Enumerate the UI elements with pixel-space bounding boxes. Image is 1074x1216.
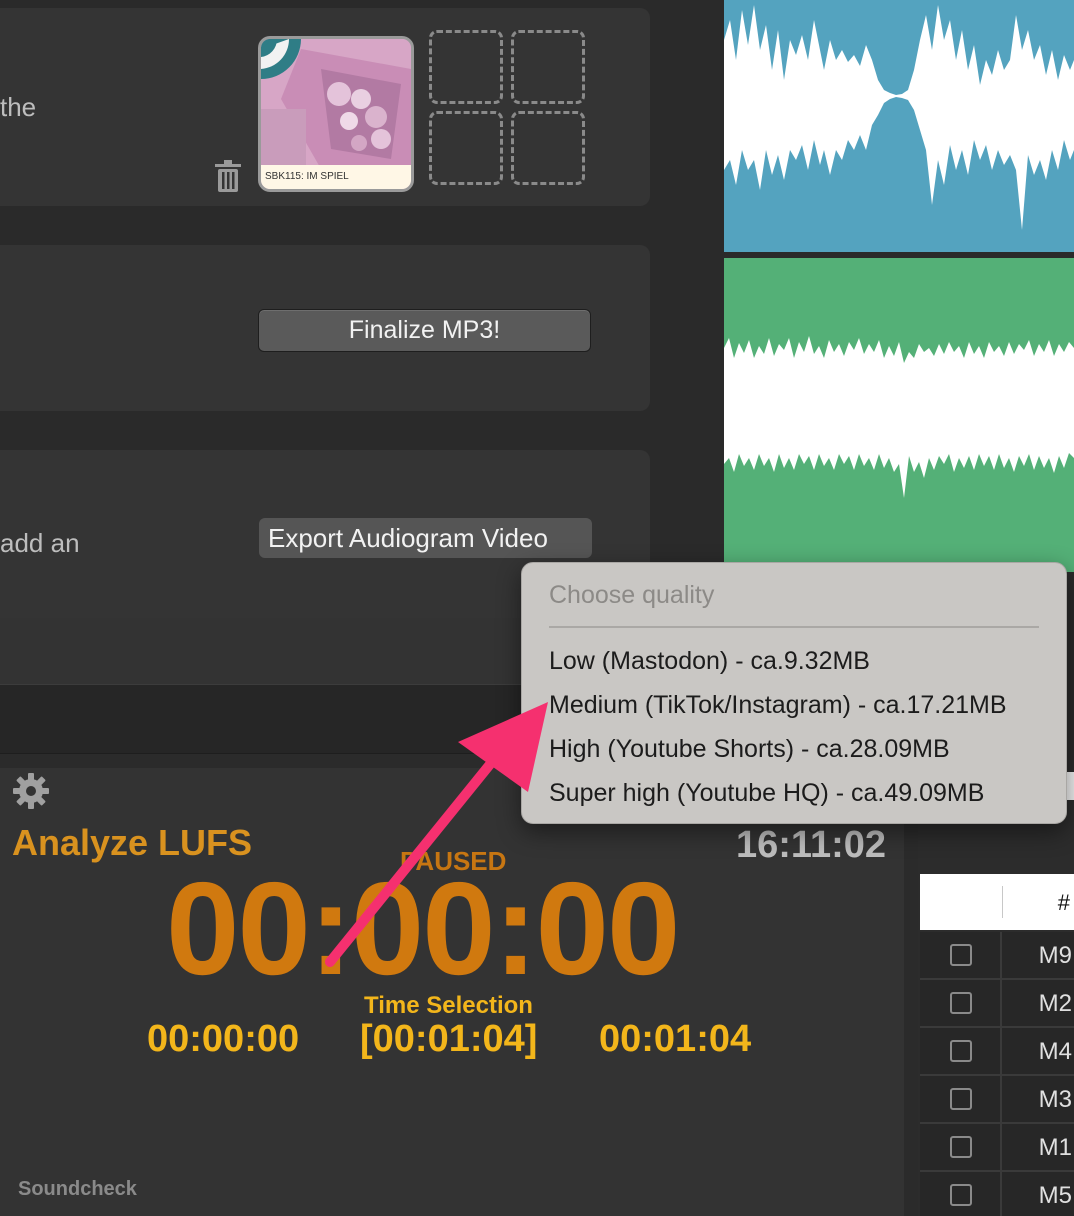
artwork-description: the [0,92,37,122]
table-row[interactable]: M4 [920,1028,1074,1076]
artwork-image [261,39,411,169]
wall-clock: 16:11:02 [736,824,887,866]
checkbox-icon[interactable] [950,1184,972,1206]
checkbox-icon[interactable] [950,1136,972,1158]
table-row[interactable]: M1 [920,1124,1074,1172]
episode-artwork-thumbnail[interactable]: SBK115: IM SPIEL [258,36,414,192]
header-number-column[interactable]: # [1058,890,1070,916]
markers-table-header: # [920,874,1074,930]
row-divider [1000,980,1002,1028]
marker-id: M3 [1038,1086,1072,1113]
waveform-track-1[interactable] [724,0,1074,252]
trash-icon[interactable] [214,160,242,192]
marker-id: M2 [1038,990,1072,1017]
finalize-mp3-button[interactable]: Finalize MP3! [258,309,591,352]
menu-item-high[interactable]: High (Youtube Shorts) - ca.28.09MB [549,735,950,764]
artwork-slot-3[interactable] [429,111,503,185]
row-divider [1000,932,1002,980]
markers-panel: # M9 M2 M4 M3 M1 M5 [918,760,1074,1216]
waveform-2-shape [724,336,1074,498]
menu-item-medium[interactable]: Medium (TikTok/Instagram) - ca.17.21MB [549,691,1007,720]
checkbox-icon[interactable] [950,944,972,966]
waveform-1-shape [724,5,1074,230]
checkbox-icon[interactable] [950,1088,972,1110]
playhead-time: 00:00:00 [166,855,680,1002]
selection-end-time: 00:01:04 [599,1018,752,1060]
selection-start-time: 00:00:00 [147,1018,300,1060]
quality-menu-title: Choose quality [549,581,715,609]
marker-id: M4 [1038,1038,1072,1065]
menu-item-super-high[interactable]: Super high (Youtube HQ) - ca.49.09MB [549,779,984,808]
transport-panel: Analyze LUFS 16:11:02 PAUSED 00:00:00 Ti… [0,768,904,1216]
quality-menu: Choose quality Low (Mastodon) - ca.9.32M… [521,562,1067,824]
waveform-view[interactable] [722,0,1074,572]
row-divider [1000,1028,1002,1076]
marker-id: M9 [1038,942,1072,969]
export-audiogram-button[interactable]: Export Audiogram Video [259,518,592,558]
soundcheck-label: Soundcheck [18,1178,137,1200]
marker-id: M5 [1038,1182,1072,1209]
audiogram-description: add an [0,528,80,558]
table-row[interactable]: M2 [920,980,1074,1028]
table-row[interactable]: M9 [920,932,1074,980]
artwork-slot-1[interactable] [429,30,503,104]
row-divider [1000,1172,1002,1216]
gear-icon[interactable] [12,772,50,810]
menu-item-low[interactable]: Low (Mastodon) - ca.9.32MB [549,647,870,676]
header-divider [1002,886,1003,918]
row-divider [1000,1076,1002,1124]
row-divider [1000,1124,1002,1172]
checkbox-icon[interactable] [950,992,972,1014]
table-row[interactable]: M3 [920,1076,1074,1124]
marker-id: M1 [1038,1134,1072,1161]
artwork-caption: SBK115: IM SPIEL [261,165,411,189]
artwork-card: the SBK115: IM SPIEL [0,8,650,206]
artwork-slot-4[interactable] [511,111,585,185]
selection-length-time: [00:01:04] [360,1018,538,1060]
table-row[interactable]: M5 [920,1172,1074,1216]
artwork-slot-2[interactable] [511,30,585,104]
menu-separator [549,626,1039,628]
checkbox-icon[interactable] [950,1040,972,1062]
time-selection-label: Time Selection [364,992,533,1019]
waveform-track-2[interactable] [724,258,1074,572]
